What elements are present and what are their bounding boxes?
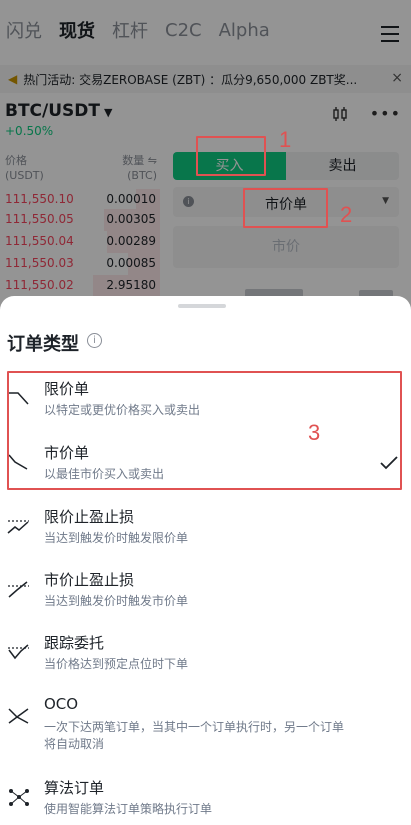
trailing-stop-icon: [8, 644, 29, 660]
market-tp-sl-icon: [8, 581, 29, 598]
option-description: 使用智能算法订单策略执行订单: [44, 802, 213, 816]
algo-order-icon: [9, 789, 29, 806]
order-type-option-7[interactable]: 算法订单使用智能算法订单策略执行订单: [0, 777, 411, 825]
option-name: 跟踪委托: [44, 634, 105, 652]
option-description: 当达到触发价时触发市价单: [44, 594, 189, 608]
annotation-box-options: [7, 371, 402, 490]
option-name: 限价止盈止损: [44, 508, 135, 526]
annotation-number: 2: [340, 202, 353, 227]
order-type-option-4[interactable]: 市价止盈止损当达到触发价时触发市价单: [0, 569, 411, 617]
limit-tp-sl-icon: [7, 520, 29, 534]
order-type-option-6[interactable]: OCO 一次下达两笔订单，当其中一个订单执行时，另一个订单 将自动取消: [0, 695, 411, 757]
option-name: 市价止盈止损: [44, 571, 135, 589]
option-description-cont: 将自动取消: [44, 737, 105, 751]
annotation-number: 1: [279, 127, 292, 152]
order-type-option-5[interactable]: 跟踪委托当价格达到预定点位时下单: [0, 632, 411, 680]
annotation-number: 3: [308, 420, 321, 445]
order-type-option-3[interactable]: 限价止盈止损当达到触发价时触发限价单: [0, 506, 411, 554]
checkmark-icon: [380, 456, 398, 470]
drag-handle[interactable]: [178, 304, 226, 308]
annotation-box-order-type: [243, 188, 328, 228]
option-name: 算法订单: [44, 779, 105, 797]
oco-icon: [8, 708, 29, 724]
annotation-box-buy: [196, 136, 266, 176]
option-description: 当价格达到预定点位时下单: [44, 657, 189, 671]
option-description: 当达到触发价时触发限价单: [44, 531, 189, 545]
info-icon[interactable]: i: [87, 333, 102, 348]
option-description: 一次下达两笔订单，当其中一个订单执行时，另一个订单: [44, 720, 345, 734]
sheet-title: 订单类型: [7, 334, 79, 355]
option-name: OCO: [44, 695, 79, 713]
